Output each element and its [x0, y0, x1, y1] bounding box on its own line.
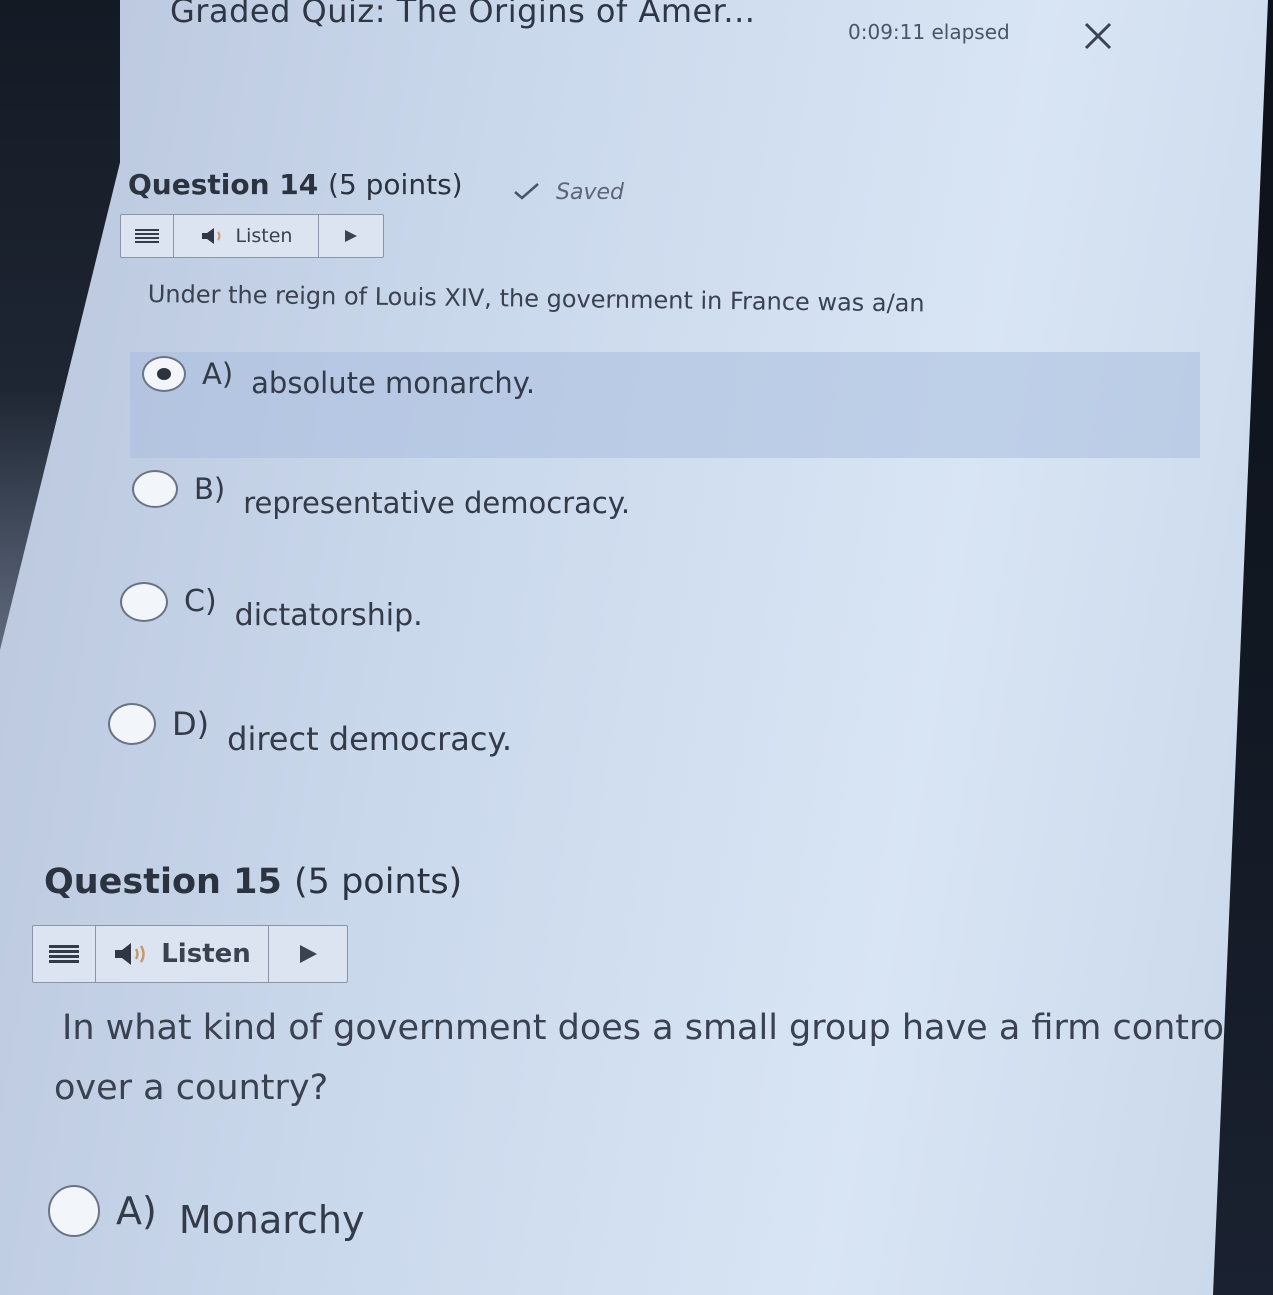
- listen-menu-button[interactable]: [121, 215, 174, 257]
- question-15-text-line1: In what kind of government does a small …: [62, 1008, 1234, 1048]
- option-letter: B): [194, 472, 226, 506]
- listen-label: Listen: [161, 939, 251, 969]
- question-15-points: (5 points): [294, 862, 463, 902]
- q14-option-a[interactable]: A) absolute monarchy.: [142, 348, 535, 400]
- option-letter: D): [172, 705, 210, 743]
- listen-menu-button[interactable]: [33, 926, 96, 982]
- listen-toolbar-q14: Listen: [120, 214, 384, 258]
- speaker-icon: [115, 943, 145, 965]
- option-text: Monarchy: [178, 1198, 365, 1242]
- listen-label: Listen: [235, 225, 293, 247]
- radio-unselected[interactable]: [48, 1185, 100, 1237]
- radio-unselected[interactable]: [108, 703, 156, 745]
- option-letter: C): [184, 584, 217, 619]
- close-button[interactable]: [1080, 18, 1116, 54]
- option-letter: A): [202, 357, 234, 391]
- device-bezel-right: [1213, 0, 1273, 1295]
- question-15-text-line2: over a country?: [54, 1068, 329, 1108]
- close-icon: [1084, 22, 1112, 50]
- question-14-title: Question 14: [128, 168, 319, 201]
- menu-lines-icon: [49, 945, 79, 963]
- q14-option-c[interactable]: C) dictatorship.: [120, 570, 423, 633]
- q14-option-d[interactable]: D) direct democracy.: [108, 690, 512, 758]
- speaker-icon: [201, 228, 221, 244]
- listen-button[interactable]: Listen: [174, 215, 319, 257]
- question-15-heading: Question 15 (5 points): [44, 862, 462, 902]
- listen-button[interactable]: Listen: [96, 926, 269, 982]
- radio-selected[interactable]: [142, 356, 186, 392]
- question-15-title: Question 15: [44, 862, 282, 902]
- option-text: absolute monarchy.: [251, 366, 536, 400]
- question-14-points: (5 points): [328, 168, 463, 201]
- option-letter: A): [116, 1189, 157, 1233]
- q14-option-b[interactable]: B) representative democracy.: [132, 458, 630, 520]
- question-14-heading: Question 14 (5 points): [128, 168, 463, 201]
- option-text: direct democracy.: [227, 720, 513, 758]
- saved-status: Saved: [512, 180, 624, 205]
- play-icon: [300, 945, 317, 963]
- quiz-header: Graded Quiz: The Origins of Amer... 0:09…: [160, 0, 1140, 62]
- play-button[interactable]: [269, 926, 347, 982]
- saved-label: Saved: [556, 180, 624, 205]
- option-text: dictatorship.: [234, 598, 423, 633]
- radio-unselected[interactable]: [132, 470, 178, 508]
- check-icon: [514, 183, 539, 200]
- option-text: representative democracy.: [243, 486, 631, 520]
- quiz-title: Graded Quiz: The Origins of Amer...: [170, 0, 756, 30]
- listen-toolbar-q15: Listen: [32, 925, 348, 983]
- menu-lines-icon: [135, 229, 159, 243]
- q15-option-a[interactable]: A) Monarchy: [48, 1180, 365, 1242]
- radio-unselected[interactable]: [120, 581, 168, 622]
- play-button[interactable]: [319, 215, 383, 257]
- quiz-screen: Graded Quiz: The Origins of Amer... 0:09…: [0, 0, 1273, 1295]
- elapsed-timer: 0:09:11 elapsed: [848, 20, 1010, 44]
- play-icon: [345, 230, 357, 242]
- question-14-text: Under the reign of Louis XIV, the govern…: [147, 280, 925, 318]
